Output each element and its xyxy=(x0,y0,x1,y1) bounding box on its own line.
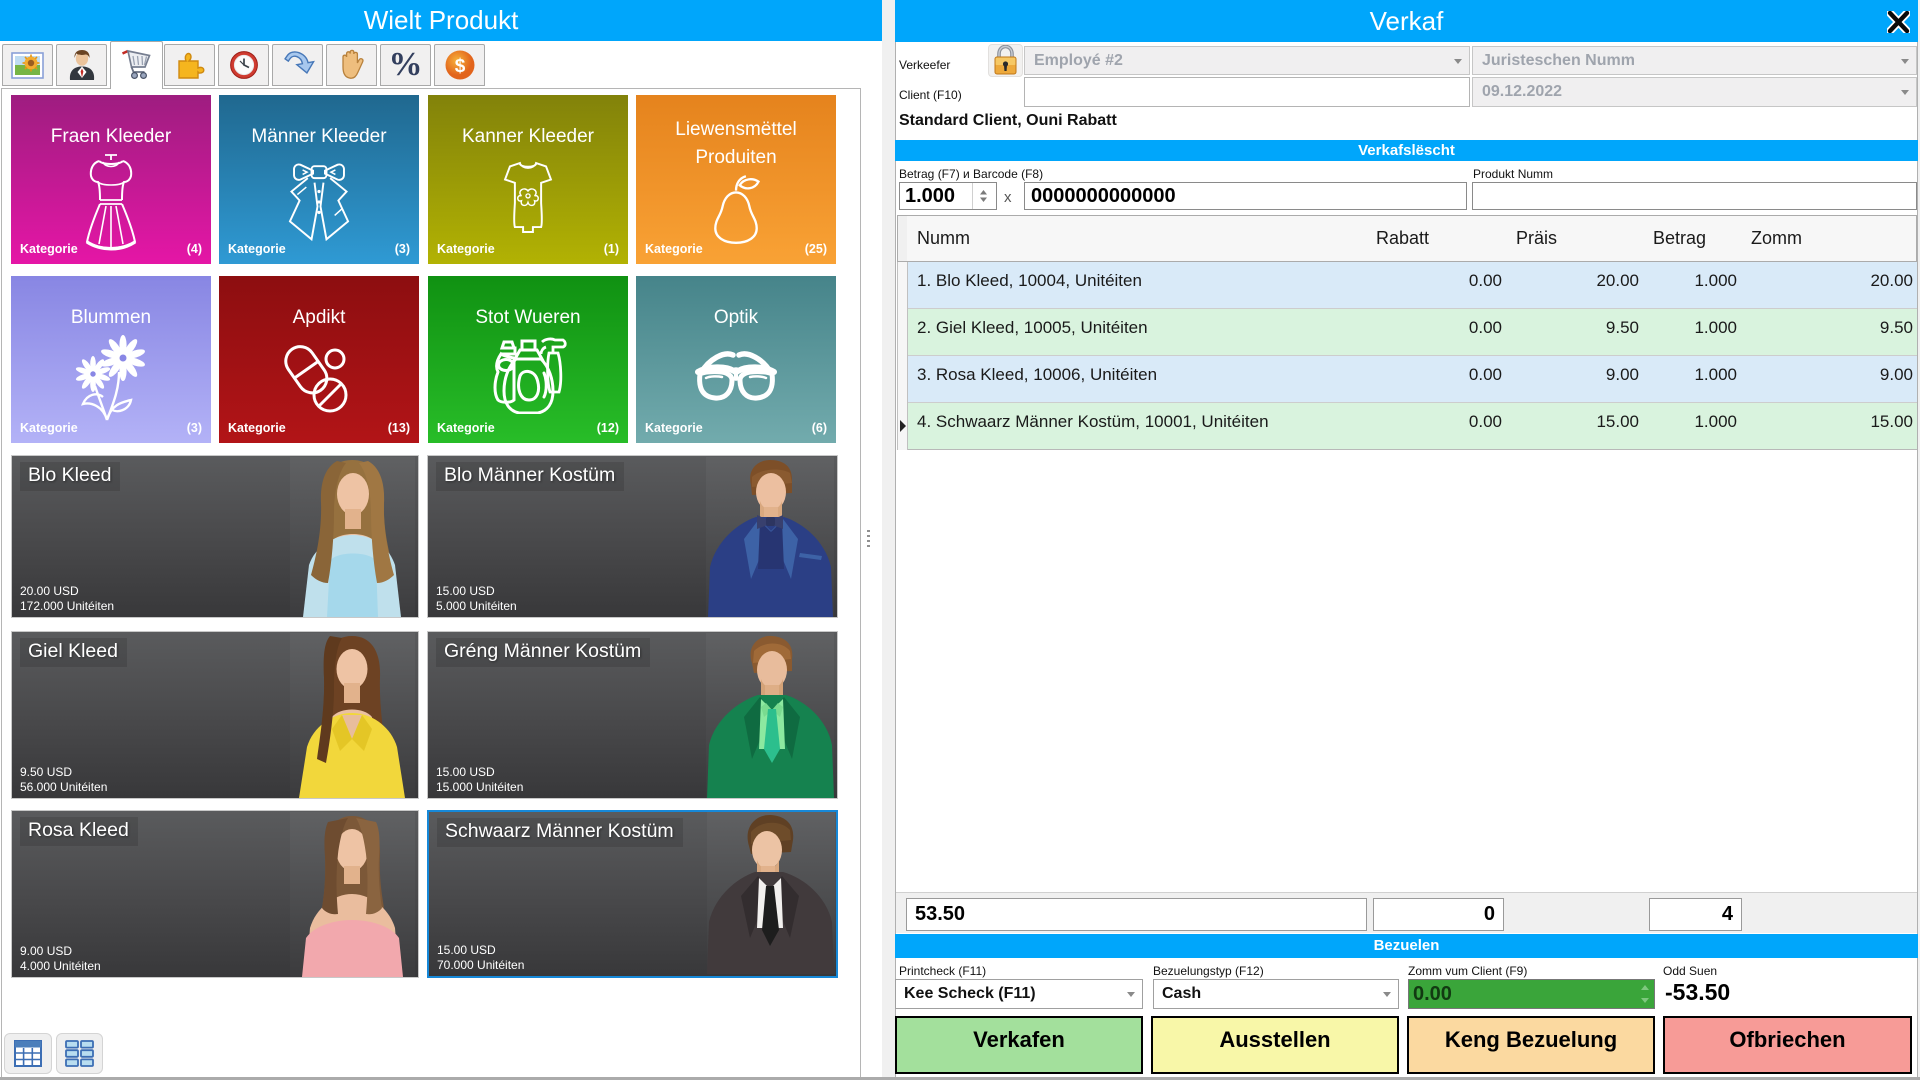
svg-text:$: $ xyxy=(454,56,465,77)
